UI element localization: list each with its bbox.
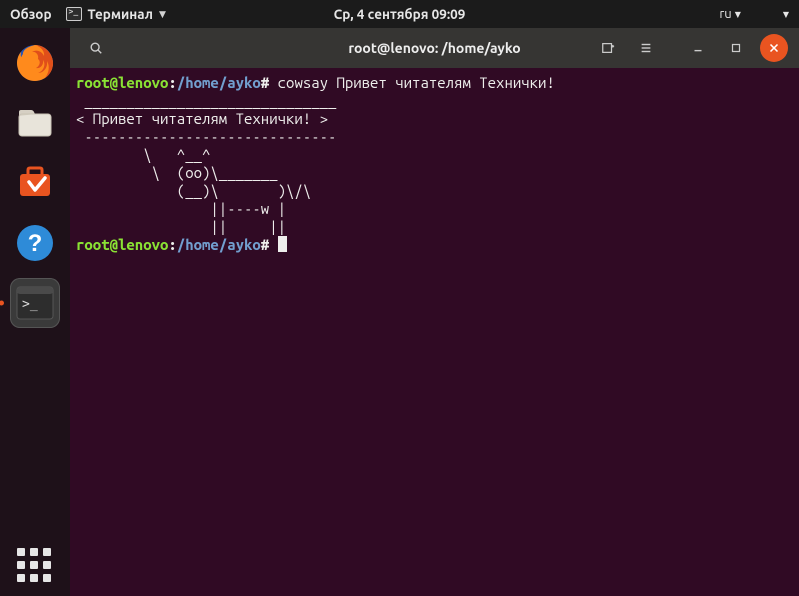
cursor [278,236,287,252]
minimize-icon [691,41,705,55]
input-language-label: ru [719,7,731,21]
files-launcher[interactable] [10,98,60,148]
maximize-icon [729,41,743,55]
software-icon [14,162,56,204]
window-titlebar: root@lenovo: /home/ayko [70,28,799,68]
svg-text:>_: >_ [22,297,38,312]
chevron-down-icon: ▼ [735,10,741,19]
menu-button[interactable] [632,34,660,62]
firefox-icon [14,42,56,84]
new-tab-icon [601,41,615,55]
close-icon [767,41,781,55]
clock[interactable]: Ср, 4 сентября 09:09 [334,6,466,22]
dock: ? >_ [0,28,70,596]
prompt-sep: : [168,236,176,253]
terminal-icon: >_ [16,286,54,320]
activities-button[interactable]: Обзор [10,6,52,22]
prompt-user: root@lenovo [76,74,168,91]
prompt-path: /home/ayko [177,74,261,91]
system-status-area[interactable]: ▼ [753,10,789,19]
search-icon [89,41,103,55]
prompt-sep: : [168,74,176,91]
prompt-path: /home/ayko [177,236,261,253]
prompt-hash: # [261,236,269,253]
cowsay-output: ______________________________ < Привет … [76,92,336,235]
chevron-down-icon: ▼ [159,9,166,20]
minimize-button[interactable] [684,34,712,62]
maximize-button[interactable] [722,34,750,62]
app-menu-label: Терминал [88,6,153,22]
help-launcher[interactable]: ? [10,218,60,268]
close-button[interactable] [760,34,788,62]
input-language[interactable]: ru ▼ [719,7,741,21]
firefox-launcher[interactable] [10,38,60,88]
svg-text:?: ? [28,230,43,257]
window-title: root@lenovo: /home/ayko [348,40,520,56]
prompt-hash: # [261,74,269,91]
gnome-topbar: Обзор Терминал ▼ Ср, 4 сентября 09:09 ru… [0,0,799,28]
software-launcher[interactable] [10,158,60,208]
prompt-user: root@lenovo [76,236,168,253]
hamburger-icon [639,41,653,55]
files-icon [14,102,56,144]
new-tab-button[interactable] [594,34,622,62]
command-1: cowsay Привет читателям Технички! [278,74,555,91]
search-button[interactable] [82,34,110,62]
show-applications-button[interactable] [17,548,53,584]
help-icon: ? [14,222,56,264]
terminal-window: root@lenovo: /home/ayko root@lenovo:/hom… [70,28,799,596]
terminal-app-icon [66,7,82,21]
terminal-content[interactable]: root@lenovo:/home/ayko# cowsay Привет чи… [70,68,799,596]
app-menu[interactable]: Терминал ▼ [66,6,166,22]
chevron-down-icon: ▼ [783,10,789,19]
terminal-launcher[interactable]: >_ [10,278,60,328]
